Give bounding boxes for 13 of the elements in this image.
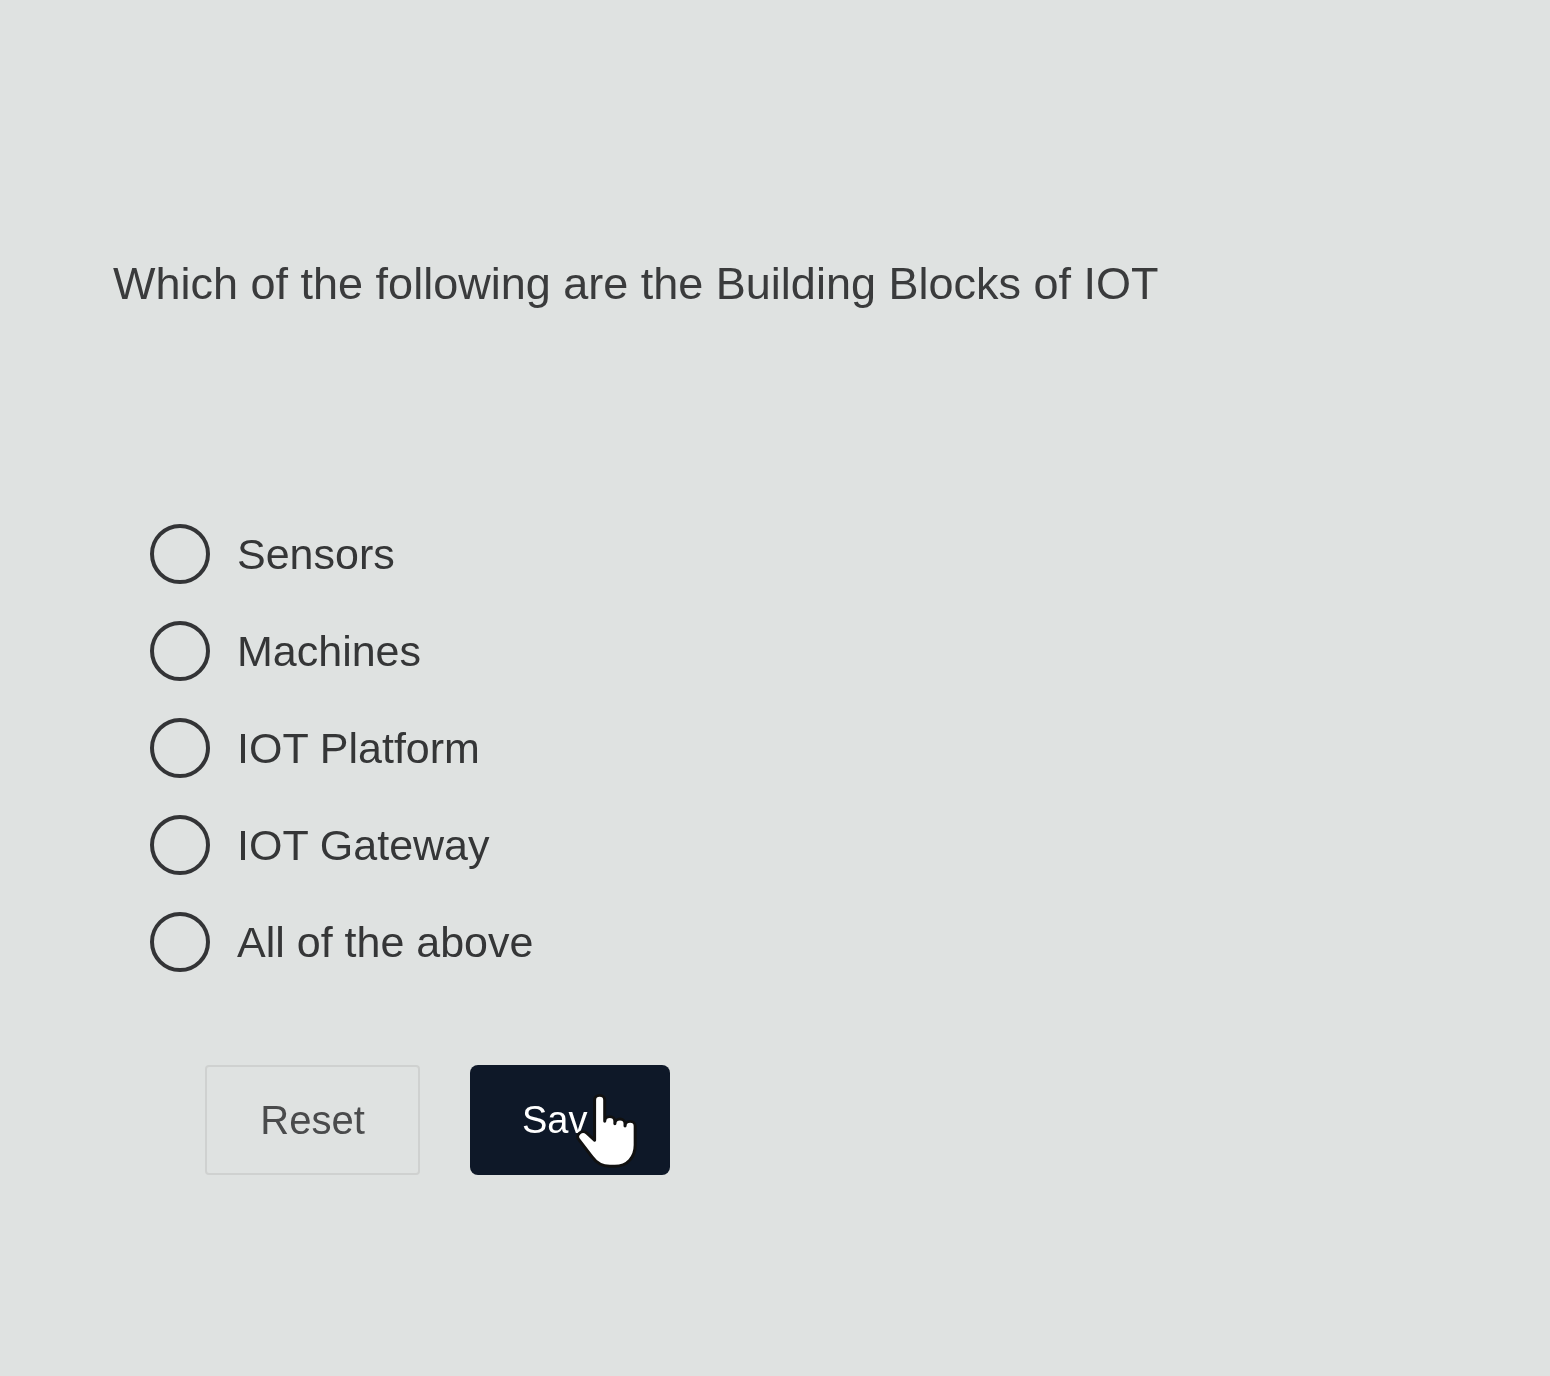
save-button[interactable]: Sav bbox=[470, 1065, 670, 1175]
radio-button[interactable] bbox=[150, 814, 210, 875]
option-label[interactable]: All of the above bbox=[237, 915, 534, 968]
option-label[interactable]: Machines bbox=[237, 624, 422, 677]
radio-button[interactable] bbox=[150, 717, 210, 778]
reset-button[interactable]: Reset bbox=[205, 1065, 420, 1175]
radio-button[interactable] bbox=[150, 620, 210, 681]
radio-button[interactable] bbox=[150, 911, 210, 972]
option-label[interactable]: Sensors bbox=[237, 527, 395, 580]
option-label[interactable]: IOT Platform bbox=[237, 721, 480, 774]
radio-button[interactable] bbox=[150, 523, 210, 584]
option-label[interactable]: IOT Gateway bbox=[237, 818, 490, 871]
question-text: Which of the following are the Building Blocks of IOT bbox=[113, 257, 1159, 311]
